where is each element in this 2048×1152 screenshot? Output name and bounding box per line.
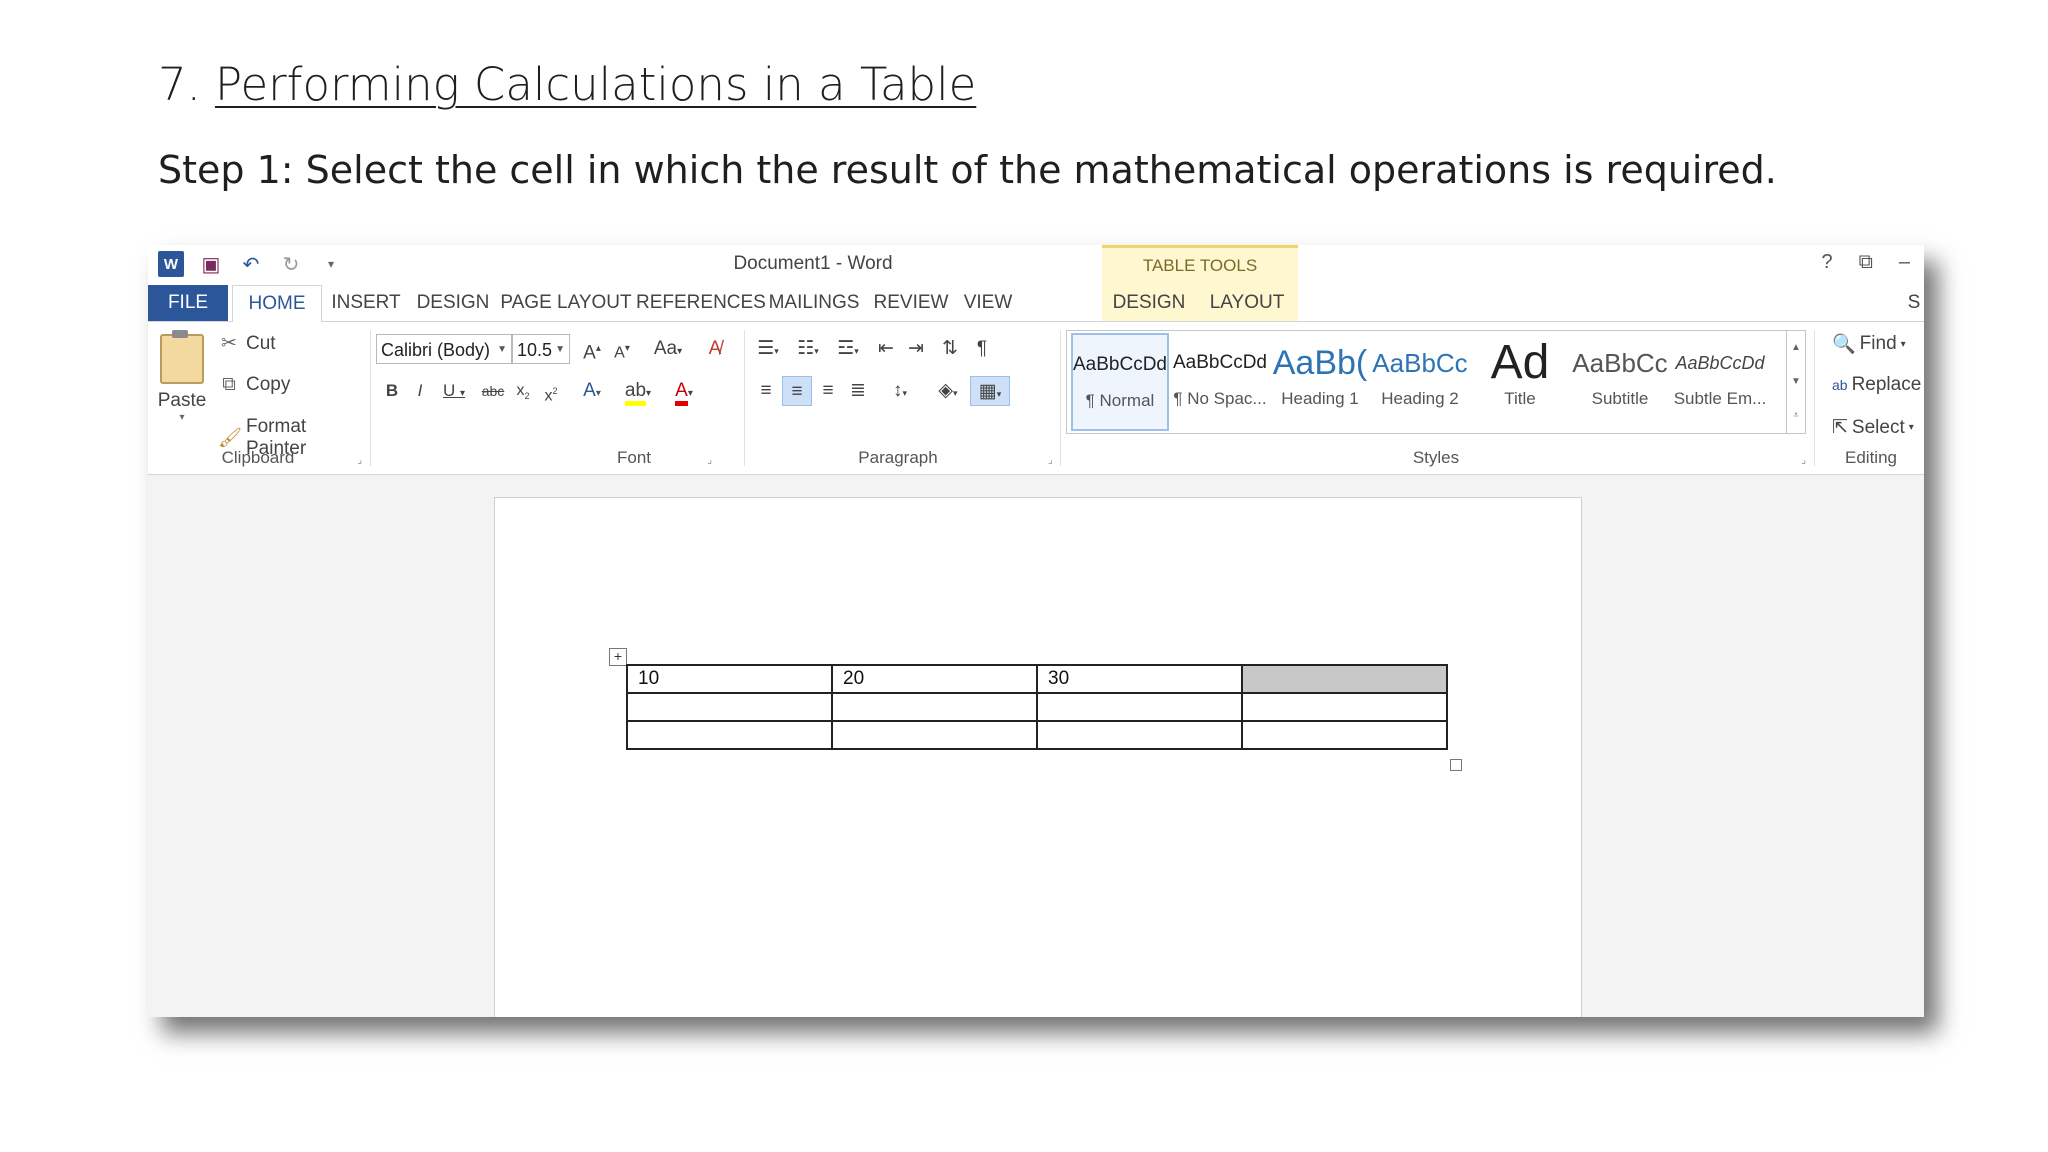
style-preview: AaBbCc	[1572, 348, 1668, 378]
tab-file[interactable]: FILE	[148, 285, 228, 321]
slide-title-number: 7.	[158, 58, 201, 111]
style-name: Heading 2	[1381, 389, 1459, 408]
replace-icon: ab	[1832, 377, 1848, 393]
table-cell[interactable]	[831, 692, 1038, 722]
find-button[interactable]: 🔍 Find ▾	[1832, 332, 1906, 356]
style-preview: AaBbCcDd	[1675, 353, 1765, 373]
table-move-handle-icon[interactable]: +	[609, 648, 627, 666]
ribbon: Paste ▾ ✂ Cut ⧉ Copy 🖌 Format Painter Clipb…	[148, 322, 1924, 475]
word-logo-icon: W	[158, 251, 184, 277]
select-button[interactable]: ⇱ Select ▾	[1832, 416, 1914, 439]
style-name: Subtitle	[1591, 389, 1649, 408]
binoculars-icon: 🔍	[1832, 334, 1856, 355]
save-icon[interactable]: ▣	[198, 251, 224, 277]
style-name: Heading 1	[1281, 389, 1359, 408]
ribbon-tabs: FILE HOME INSERT DESIGN PAGE LAYOUT REFE…	[148, 285, 1924, 323]
style-name: ¶ Normal	[1085, 391, 1155, 410]
style-subtle-emphasis[interactable]: AaBbCcDd Subtle Em...	[1671, 333, 1769, 431]
styles-group-label: Styles	[1412, 448, 1460, 467]
redo-icon[interactable]: ↻	[278, 251, 304, 277]
style-name: ¶ No Spac...	[1173, 389, 1267, 408]
replace-button[interactable]: ab Replace	[1832, 374, 1921, 396]
window-controls: ? ⧉ –	[1821, 251, 1910, 274]
table-cell[interactable]	[626, 692, 833, 722]
styles-launcher-icon[interactable]: ⌟	[1801, 455, 1806, 466]
style-preview: AaBbCcDd	[1173, 352, 1267, 373]
chevron-down-icon: ▾	[1900, 338, 1906, 350]
style-heading-2[interactable]: AaBbCc Heading 2	[1371, 333, 1469, 431]
style-preview: Ad	[1490, 336, 1550, 389]
table-row	[626, 720, 1448, 750]
tab-references[interactable]: REFERENCES	[636, 285, 766, 321]
word-window: W ▣ ↶ ↻ ▾ Document1 - Word TABLE TOOLS ?…	[148, 245, 1924, 1017]
table-cell[interactable]	[1036, 720, 1243, 750]
tab-signin-partial[interactable]: S	[1904, 285, 1924, 321]
styles-scroll[interactable]: ▲ ▼ ⩡	[1786, 331, 1805, 433]
style-heading-1[interactable]: AaBb( Heading 1	[1271, 333, 1369, 431]
document-title: Document1 - Word	[733, 253, 893, 274]
help-icon[interactable]: ?	[1821, 251, 1832, 274]
style-normal[interactable]: AaBbCcDd ¶ Normal	[1071, 333, 1169, 431]
style-name: Subtle Em...	[1673, 389, 1767, 408]
group-divider	[1814, 330, 1815, 466]
select-label: Select	[1851, 416, 1905, 438]
customize-qat-icon[interactable]: ▾	[318, 251, 344, 277]
cursor-arrow-icon: ⇱	[1832, 417, 1848, 438]
tab-table-layout[interactable]: LAYOUT	[1196, 285, 1298, 321]
tab-table-design[interactable]: DESIGN	[1102, 285, 1196, 321]
table-cell[interactable]: 10	[626, 664, 833, 694]
tab-mailings[interactable]: MAILINGS	[762, 285, 866, 321]
minimize-icon[interactable]: –	[1899, 251, 1910, 274]
tab-design[interactable]: DESIGN	[410, 285, 496, 321]
editing-group-label: Editing	[1845, 448, 1897, 467]
selected-result-cell[interactable]	[1241, 664, 1448, 694]
find-label: Find	[1859, 333, 1897, 354]
style-no-spacing[interactable]: AaBbCcDd ¶ No Spac...	[1171, 333, 1269, 431]
table-cell[interactable]	[1241, 720, 1448, 750]
styles-group: AaBbCcDd ¶ Normal AaBbCcDd ¶ No Spac... …	[148, 322, 1908, 474]
tab-insert[interactable]: INSERT	[328, 285, 404, 321]
document-canvas: + 10 20 30	[148, 475, 1924, 1017]
table-cell[interactable]	[831, 720, 1038, 750]
table-row	[626, 692, 1448, 722]
editing-group: 🔍 Find ▾ ab Replace ⇱ Select ▾ Editing	[1818, 322, 1924, 474]
table-cell[interactable]	[626, 720, 833, 750]
style-preview: AaBbCcDd	[1073, 354, 1167, 375]
undo-icon[interactable]: ↶	[238, 251, 264, 277]
scroll-down-icon[interactable]: ▼	[1787, 365, 1805, 399]
style-name: Title	[1504, 389, 1536, 408]
word-table: 10 20 30	[626, 664, 1448, 750]
slide-title: 7. Performing Calculations in a Table	[158, 58, 976, 111]
ribbon-display-options-icon[interactable]: ⧉	[1859, 251, 1873, 274]
chevron-down-icon: ▾	[1908, 422, 1914, 433]
replace-label: Replace	[1851, 374, 1922, 395]
styles-gallery: AaBbCcDd ¶ Normal AaBbCcDd ¶ No Spac... …	[1066, 330, 1806, 434]
table-cell[interactable]: 20	[831, 664, 1038, 694]
style-preview: AaBb(	[1272, 344, 1368, 382]
style-title[interactable]: Ad Title	[1471, 333, 1569, 431]
quick-access-toolbar: W ▣ ↶ ↻ ▾	[158, 251, 344, 277]
style-subtitle[interactable]: AaBbCc Subtitle	[1571, 333, 1669, 431]
table-cell[interactable]	[1036, 692, 1243, 722]
scroll-up-icon[interactable]: ▲	[1787, 331, 1805, 365]
style-preview: AaBbCc	[1372, 348, 1468, 378]
table-cell[interactable]: 30	[1036, 664, 1243, 694]
tab-home[interactable]: HOME	[232, 285, 322, 323]
table-cell[interactable]	[1241, 692, 1448, 722]
title-bar: W ▣ ↶ ↻ ▾ Document1 - Word TABLE TOOLS ?…	[148, 245, 1924, 285]
table-resize-handle[interactable]	[1450, 759, 1462, 771]
more-styles-icon[interactable]: ⩡	[1787, 399, 1805, 433]
slide-title-text: Performing Calculations in a Table	[214, 58, 977, 111]
table-row: 10 20 30	[626, 664, 1448, 694]
slide-step-text: Step 1: Select the cell in which the res…	[158, 148, 1777, 192]
table-tools-header: TABLE TOOLS	[1102, 245, 1298, 285]
tab-view[interactable]: VIEW	[956, 285, 1020, 321]
tab-page-layout[interactable]: PAGE LAYOUT	[500, 285, 632, 321]
document-page[interactable]: + 10 20 30	[494, 497, 1582, 1017]
tab-review[interactable]: REVIEW	[870, 285, 952, 321]
